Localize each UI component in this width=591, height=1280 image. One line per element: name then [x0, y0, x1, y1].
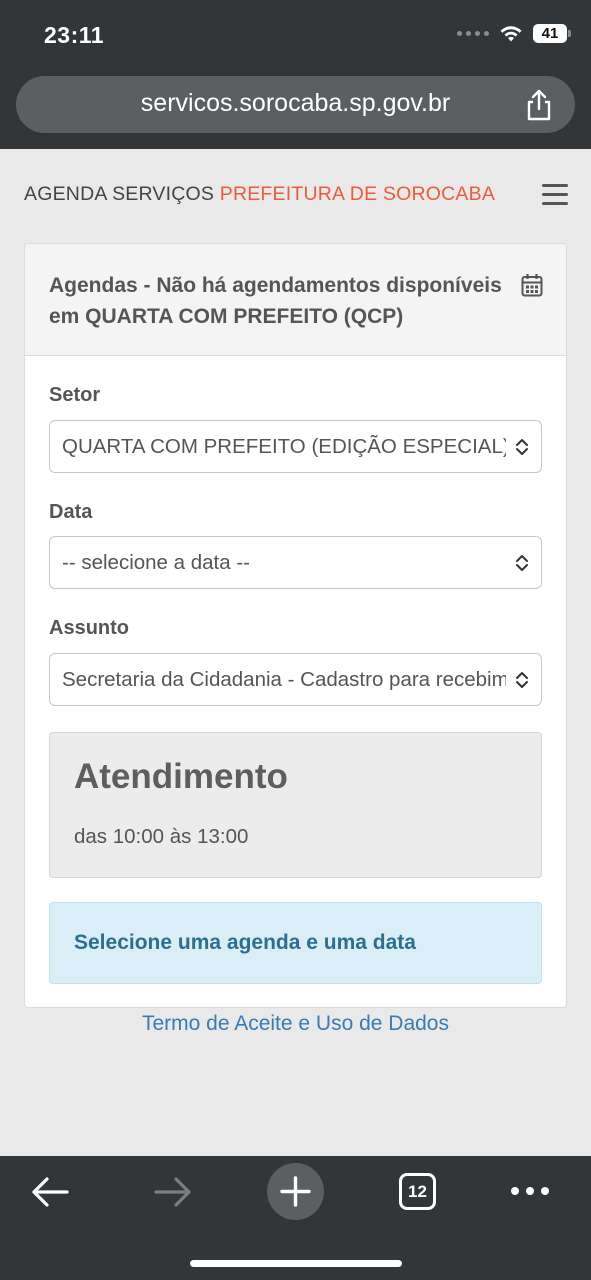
atendimento-title: Atendimento [74, 757, 288, 796]
brand-accent: PREFEITURA DE SOROCABA [219, 183, 496, 205]
wifi-icon [500, 25, 522, 41]
share-icon[interactable] [523, 88, 555, 122]
url-text[interactable]: servicos.sorocaba.sp.gov.br [16, 89, 575, 118]
select-arrows-icon [516, 439, 528, 455]
forward-arrow-icon[interactable] [153, 1175, 193, 1209]
card-header: Agendas - Não há agendamentos disponívei… [25, 244, 566, 356]
status-icons: 41 [457, 24, 571, 43]
menu-icon[interactable] [542, 184, 568, 206]
data-select[interactable]: -- selecione a data -- [49, 536, 542, 589]
setor-label: Setor [49, 384, 101, 406]
atendimento-hours: das 10:00 às 13:00 [74, 825, 249, 848]
select-arrows-icon [516, 672, 528, 688]
home-indicator[interactable] [190, 1260, 402, 1267]
data-label: Data [49, 501, 93, 523]
brand-prefix: AGENDA SERVIÇOS [24, 183, 220, 205]
assunto-select[interactable]: Secretaria da Cidadania - Cadastro para … [49, 653, 542, 706]
assunto-label: Assunto [49, 617, 129, 639]
status-time: 23:11 [44, 22, 105, 48]
assunto-select-value: Secretaria da Cidadania - Cadastro para … [62, 668, 506, 691]
atendimento-box: Atendimento das 10:00 às 13:00 [49, 732, 542, 878]
site-brand[interactable]: AGENDA SERVIÇOS PREFEITURA DE SOROCABA [24, 183, 495, 206]
tabs-icon[interactable]: 12 [399, 1173, 436, 1210]
agenda-card: Agendas - Não há agendamentos disponívei… [24, 243, 567, 1008]
browser-top-chrome: 23:11 41 servicos.sorocaba.sp.gov.br [0, 0, 591, 149]
new-tab-icon[interactable] [267, 1163, 324, 1220]
more-icon[interactable] [510, 1186, 550, 1196]
data-select-value: -- selecione a data -- [62, 551, 251, 574]
select-arrows-icon [516, 555, 528, 571]
terms-link[interactable]: Termo de Aceite e Uso de Dados [0, 1012, 591, 1036]
back-arrow-icon[interactable] [30, 1175, 70, 1209]
address-bar[interactable]: servicos.sorocaba.sp.gov.br [16, 76, 575, 133]
alert-text: Selecione uma agenda e uma data [74, 931, 416, 954]
battery-icon: 41 [533, 24, 571, 43]
page-content: AGENDA SERVIÇOS PREFEITURA DE SOROCABA A… [0, 149, 591, 1156]
setor-select[interactable]: QUARTA COM PREFEITO (EDIÇÃO ESPECIAL) [49, 420, 542, 473]
setor-select-value: QUARTA COM PREFEITO (EDIÇÃO ESPECIAL) [62, 435, 506, 458]
cellular-signal-icon [457, 31, 489, 36]
card-title: Agendas - Não há agendamentos disponívei… [49, 274, 502, 328]
info-alert: Selecione uma agenda e uma data [49, 902, 542, 984]
calendar-icon [521, 274, 543, 297]
